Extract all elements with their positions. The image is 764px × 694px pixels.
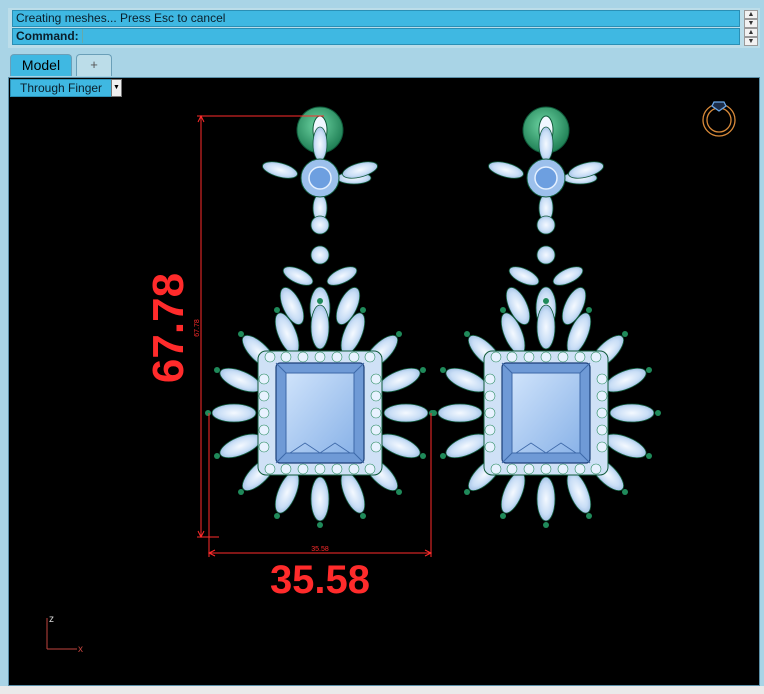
viewport-canvas[interactable]: 67.78 67.78 35.58 35.58 z x bbox=[9, 78, 759, 685]
command-scroll-up-button[interactable]: ▲ bbox=[744, 28, 758, 37]
command-line: Command: bbox=[12, 28, 740, 45]
axis-z-label: z bbox=[49, 614, 54, 625]
axis-x-label: x bbox=[78, 644, 83, 655]
chevron-down-icon: ▼ bbox=[113, 84, 120, 91]
left-earring bbox=[204, 106, 436, 529]
right-earring bbox=[430, 106, 662, 529]
command-history-line: Creating meshes... Press Esc to cancel bbox=[12, 10, 740, 27]
plus-icon: + bbox=[90, 57, 98, 72]
command-area: Creating meshes... Press Esc to cancel ▲… bbox=[8, 8, 760, 48]
height-dimension-label: 67.78 bbox=[144, 273, 193, 383]
command-history-text: Creating meshes... Press Esc to cancel bbox=[16, 11, 226, 25]
axis-indicator: z x bbox=[46, 614, 83, 655]
height-dimension-small-label: 67.78 bbox=[194, 319, 201, 337]
rhino-window: Creating meshes... Press Esc to cancel ▲… bbox=[0, 0, 764, 694]
history-scroll-down-button[interactable]: ▼ bbox=[744, 19, 758, 28]
viewport-tab-strip: Model + bbox=[8, 52, 760, 78]
window-bottom-border bbox=[0, 686, 764, 694]
command-scroll-down-button[interactable]: ▼ bbox=[744, 37, 758, 46]
width-dimension-label: 35.58 bbox=[270, 558, 370, 602]
tab-model[interactable]: Model bbox=[10, 54, 72, 76]
viewport-title-label: Through Finger bbox=[20, 81, 103, 95]
viewport[interactable]: 67.78 67.78 35.58 35.58 z x Through Fing… bbox=[8, 77, 760, 686]
command-input[interactable] bbox=[81, 29, 723, 43]
viewport-title-button[interactable]: Through Finger bbox=[10, 79, 120, 97]
command-prompt-label: Command: bbox=[16, 29, 79, 43]
history-scroll-up-button[interactable]: ▲ bbox=[744, 10, 758, 19]
width-dimension-small-label: 35.58 bbox=[311, 546, 329, 553]
viewport-menu-dropdown-button[interactable]: ▼ bbox=[111, 79, 122, 97]
add-tab-button[interactable]: + bbox=[76, 54, 112, 76]
ring-widget-icon[interactable] bbox=[702, 101, 736, 137]
tab-model-label: Model bbox=[21, 57, 61, 73]
